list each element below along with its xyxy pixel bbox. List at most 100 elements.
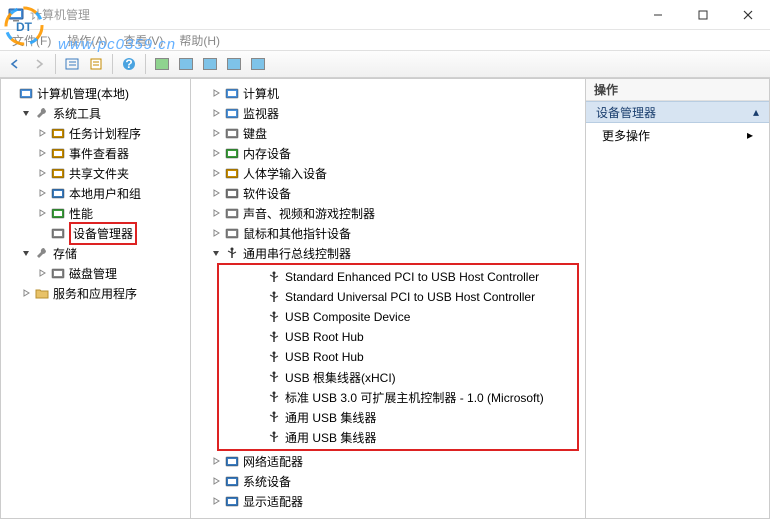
left-item[interactable]: 本地用户和组 (3, 183, 188, 203)
computer-icon (224, 85, 240, 101)
left-item[interactable]: 任务计划程序 (3, 123, 188, 143)
device-category[interactable]: 键盘 (193, 123, 583, 143)
close-button[interactable] (725, 0, 770, 29)
device-category-label: 计算机 (243, 85, 283, 102)
twisty-icon[interactable] (19, 289, 33, 297)
device-category-label: 软件设备 (243, 185, 295, 202)
left-item-label: 共享文件夹 (69, 165, 133, 182)
usb-icon (266, 429, 282, 445)
twisty-icon[interactable] (35, 209, 49, 217)
left-group[interactable]: 系统工具 (3, 103, 188, 123)
left-item[interactable]: 事件查看器 (3, 143, 188, 163)
menu-view[interactable]: 查看(V) (117, 30, 169, 51)
device-category[interactable]: 通用串行总线控制器 (193, 243, 583, 263)
twisty-icon[interactable] (209, 149, 223, 157)
device-category[interactable]: 人体学输入设备 (193, 163, 583, 183)
device-category[interactable]: 内存设备 (193, 143, 583, 163)
memory-icon (224, 145, 240, 161)
menu-action[interactable]: 操作(A) (61, 30, 113, 51)
twisty-icon[interactable] (209, 169, 223, 177)
left-group[interactable]: 存储 (3, 243, 188, 263)
tb-icon-2[interactable] (175, 53, 197, 75)
device-category[interactable]: 软件设备 (193, 183, 583, 203)
keyboard-icon (224, 125, 240, 141)
twisty-icon[interactable] (209, 457, 223, 465)
device-item[interactable]: USB Composite Device (219, 307, 577, 327)
device-item[interactable]: 标准 USB 3.0 可扩展主机控制器 - 1.0 (Microsoft) (219, 387, 577, 407)
maximize-button[interactable] (680, 0, 725, 29)
device-category[interactable]: 鼠标和其他指针设备 (193, 223, 583, 243)
device-category[interactable]: 网络适配器 (193, 451, 583, 471)
left-item-label: 事件查看器 (69, 145, 133, 162)
titlebar: 计算机管理 (0, 0, 770, 30)
device-category[interactable]: 系统设备 (193, 471, 583, 491)
device-item-label: USB 根集线器(xHCI) (285, 369, 400, 386)
device-item-label: Standard Universal PCI to USB Host Contr… (285, 290, 539, 304)
tb-icon-1[interactable] (151, 53, 173, 75)
twisty-icon[interactable] (35, 129, 49, 137)
device-item[interactable]: 通用 USB 集线器 (219, 407, 577, 427)
device-category-label: 系统设备 (243, 473, 295, 490)
device-item[interactable]: Standard Universal PCI to USB Host Contr… (219, 287, 577, 307)
device-category[interactable]: 声音、视频和游戏控制器 (193, 203, 583, 223)
left-item[interactable]: 性能 (3, 203, 188, 223)
tb-icon-4[interactable] (223, 53, 245, 75)
minimize-button[interactable] (635, 0, 680, 29)
left-item[interactable]: 设备管理器 (3, 223, 188, 243)
actions-section-label: 设备管理器 (596, 104, 656, 121)
left-group-label: 系统工具 (53, 105, 105, 122)
nav-forward-button[interactable] (28, 53, 50, 75)
twisty-icon[interactable] (35, 169, 49, 177)
device-category[interactable]: 显示适配器 (193, 491, 583, 511)
tb-icon-5[interactable] (247, 53, 269, 75)
device-item[interactable]: USB Root Hub (219, 327, 577, 347)
left-item[interactable]: 共享文件夹 (3, 163, 188, 183)
share-icon (50, 165, 66, 181)
twisty-icon[interactable] (35, 189, 49, 197)
twisty-icon[interactable] (35, 149, 49, 157)
twisty-icon[interactable] (209, 189, 223, 197)
twisty-icon[interactable] (209, 89, 223, 97)
svg-text:?: ? (125, 57, 132, 71)
device-item[interactable]: 通用 USB 集线器 (219, 427, 577, 447)
left-root[interactable]: 计算机管理(本地) (3, 83, 188, 103)
toolbar-separator (145, 54, 146, 74)
device-category[interactable]: 监视器 (193, 103, 583, 123)
show-hide-tree-button[interactable] (61, 53, 83, 75)
twisty-icon[interactable] (209, 477, 223, 485)
network-icon (224, 453, 240, 469)
left-item[interactable]: 磁盘管理 (3, 263, 188, 283)
twisty-icon[interactable] (209, 249, 223, 257)
menu-help[interactable]: 帮助(H) (173, 30, 226, 51)
device-tree-pane: 计算机监视器键盘内存设备人体学输入设备软件设备声音、视频和游戏控制器鼠标和其他指… (190, 78, 585, 519)
device-item[interactable]: USB 根集线器(xHCI) (219, 367, 577, 387)
more-actions-item[interactable]: 更多操作 ▸ (586, 123, 769, 147)
left-group-label: 服务和应用程序 (53, 285, 141, 302)
left-group[interactable]: 服务和应用程序 (3, 283, 188, 303)
help-button[interactable]: ? (118, 53, 140, 75)
actions-header: 操作 (586, 79, 769, 101)
device-category-label: 监视器 (243, 105, 283, 122)
device-category-label: 通用串行总线控制器 (243, 245, 355, 262)
twisty-icon[interactable] (19, 109, 33, 117)
twisty-icon[interactable] (209, 129, 223, 137)
twisty-icon[interactable] (19, 249, 33, 257)
menu-file[interactable]: 文件(F) (6, 30, 57, 51)
nav-back-button[interactable] (4, 53, 26, 75)
left-nav-pane: 计算机管理(本地) 系统工具任务计划程序事件查看器共享文件夹本地用户和组性能设备管… (0, 78, 190, 519)
left-item-label: 任务计划程序 (69, 125, 145, 142)
properties-button[interactable] (85, 53, 107, 75)
device-category-label: 声音、视频和游戏控制器 (243, 205, 379, 222)
device-item-label: 通用 USB 集线器 (285, 429, 380, 446)
twisty-icon[interactable] (209, 497, 223, 505)
device-item[interactable]: Standard Enhanced PCI to USB Host Contro… (219, 267, 577, 287)
device-category[interactable]: 计算机 (193, 83, 583, 103)
twisty-icon[interactable] (209, 209, 223, 217)
more-actions-label: 更多操作 (602, 127, 650, 144)
actions-section[interactable]: 设备管理器 ▴ (586, 101, 769, 123)
device-item[interactable]: USB Root Hub (219, 347, 577, 367)
tb-icon-3[interactable] (199, 53, 221, 75)
twisty-icon[interactable] (209, 109, 223, 117)
twisty-icon[interactable] (209, 229, 223, 237)
twisty-icon[interactable] (35, 269, 49, 277)
